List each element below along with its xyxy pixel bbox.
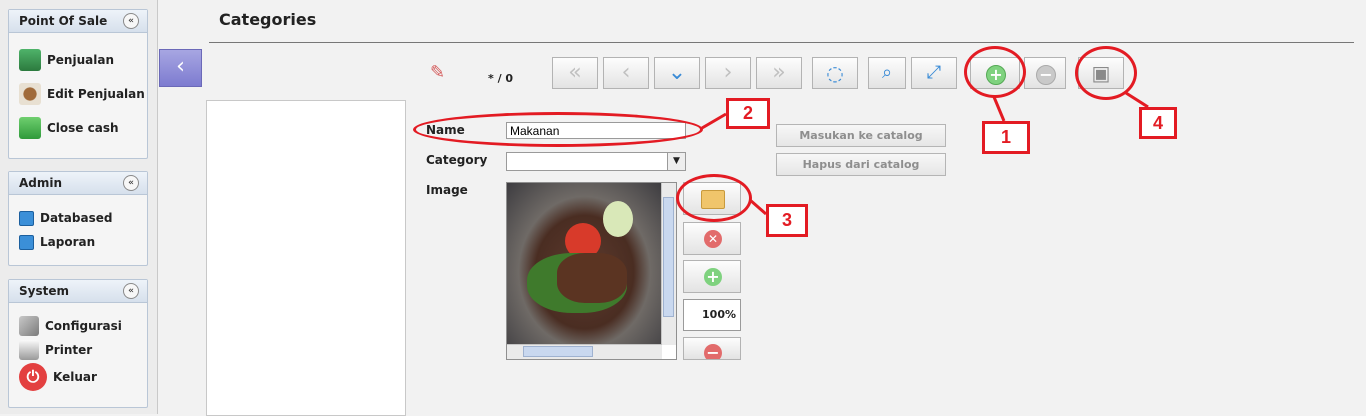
connector-2 xyxy=(701,112,727,130)
connector-3 xyxy=(749,198,767,216)
connector-4 xyxy=(1125,91,1149,109)
annotation-connectors xyxy=(701,91,1149,216)
connector-1 xyxy=(992,96,1006,122)
